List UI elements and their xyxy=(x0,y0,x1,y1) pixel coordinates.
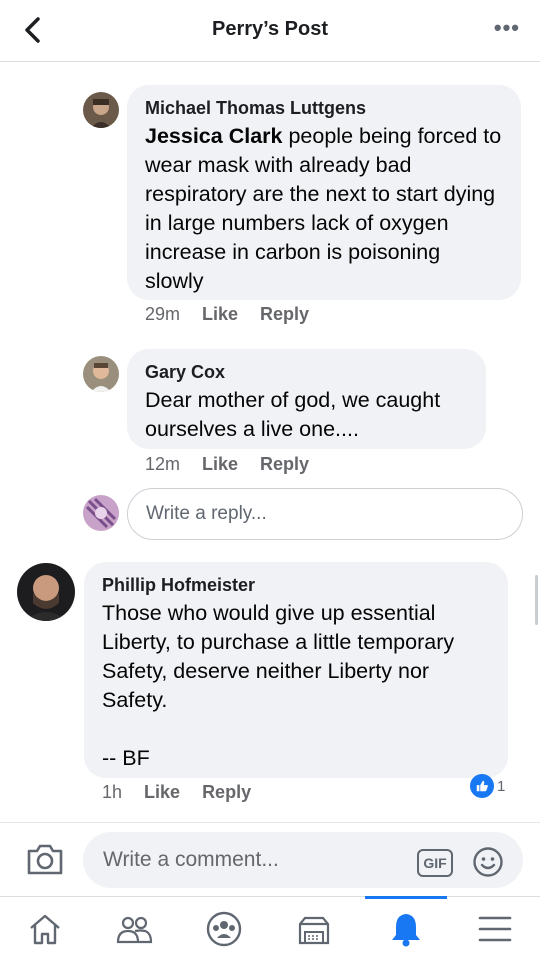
nav-friends[interactable] xyxy=(114,909,154,949)
reply-input[interactable]: Write a reply... xyxy=(127,488,523,540)
emoji-button[interactable] xyxy=(472,846,504,878)
reaction-count: 1 xyxy=(497,777,506,795)
comment-actions: 29m Like Reply xyxy=(145,304,309,325)
nav-marketplace[interactable] xyxy=(294,909,334,949)
comment-author[interactable]: Michael Thomas Luttgens xyxy=(145,97,503,119)
groups-icon xyxy=(206,911,242,947)
mention-link[interactable]: Jessica Clark xyxy=(145,124,282,148)
more-button[interactable]: ••• xyxy=(494,17,520,39)
reply-button[interactable]: Reply xyxy=(202,782,251,803)
like-button[interactable]: Like xyxy=(202,454,238,475)
gif-button[interactable]: GIF xyxy=(417,849,453,877)
active-tab-indicator xyxy=(365,896,447,899)
thumbs-up-icon xyxy=(470,774,494,798)
avatar xyxy=(83,495,119,531)
comment-time[interactable]: 12m xyxy=(145,454,180,475)
camera-button[interactable] xyxy=(26,841,64,877)
comment-actions: 1h Like Reply xyxy=(102,782,251,803)
reply-button[interactable]: Reply xyxy=(260,304,309,325)
comment-time[interactable]: 1h xyxy=(102,782,122,803)
comment-body: Dear mother of god, we caught ourselves … xyxy=(145,388,441,441)
bottom-navigation xyxy=(0,896,540,960)
nav-home[interactable] xyxy=(25,909,65,949)
comment-author[interactable]: Phillip Hofmeister xyxy=(102,574,490,596)
nav-groups[interactable] xyxy=(204,909,244,949)
menu-icon xyxy=(478,916,512,942)
friends-icon xyxy=(116,916,153,944)
nav-notifications[interactable] xyxy=(386,909,426,949)
comment-body: Those who would give up essential Libert… xyxy=(102,601,455,770)
comment-actions: 12m Like Reply xyxy=(145,454,309,475)
comment-bubble: Michael Thomas Luttgens Jessica Clark pe… xyxy=(127,85,521,300)
comment-composer: Write a comment... GIF xyxy=(0,822,540,896)
comment-time[interactable]: 29m xyxy=(145,304,180,325)
nav-menu[interactable] xyxy=(475,909,515,949)
camera-icon xyxy=(27,844,63,875)
smiley-icon xyxy=(473,847,503,877)
comment-bubble: Phillip Hofmeister Those who would give … xyxy=(84,562,508,778)
reply-button[interactable]: Reply xyxy=(260,454,309,475)
marketplace-icon xyxy=(298,916,330,945)
reaction-summary[interactable]: 1 xyxy=(470,774,505,798)
comment-body: people being forced to wear mask with al… xyxy=(145,124,502,293)
comment-author[interactable]: Gary Cox xyxy=(145,361,468,383)
avatar[interactable] xyxy=(83,356,119,392)
bell-icon xyxy=(392,914,420,947)
comment-bubble: Gary Cox Dear mother of god, we caught o… xyxy=(127,349,486,449)
page-title: Perry’s Post xyxy=(212,18,328,40)
comment-text: Jessica Clark people being forced to wea… xyxy=(145,122,503,296)
avatar[interactable] xyxy=(83,92,119,128)
scrollbar[interactable] xyxy=(535,575,538,625)
avatar[interactable] xyxy=(17,563,75,621)
like-button[interactable]: Like xyxy=(144,782,180,803)
comment-input[interactable]: Write a comment... xyxy=(83,832,523,888)
home-icon xyxy=(30,914,60,945)
top-bar: Perry’s Post ••• xyxy=(0,0,540,62)
like-button[interactable]: Like xyxy=(202,304,238,325)
